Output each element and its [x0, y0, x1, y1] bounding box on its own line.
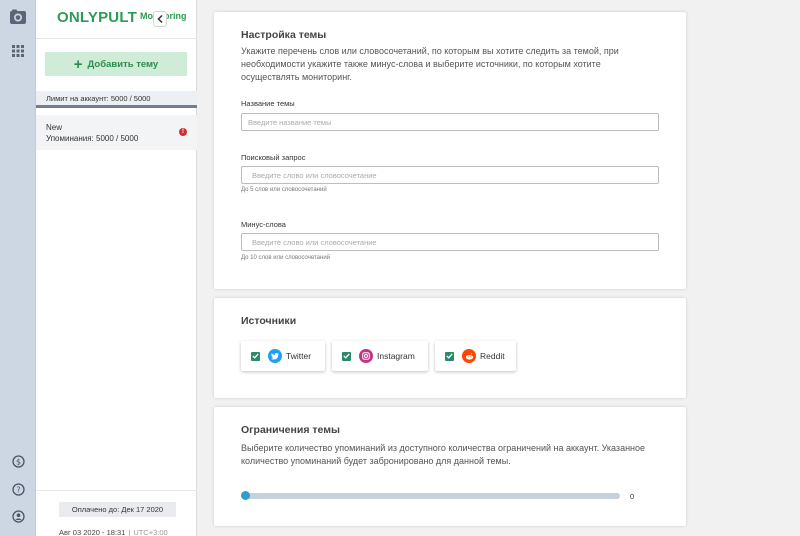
profile-icon[interactable]	[8, 506, 28, 526]
source-twitter[interactable]: Twitter	[241, 341, 325, 371]
instagram-icon	[359, 349, 373, 363]
topic-name: New	[46, 123, 63, 132]
topic-item[interactable]: New Упоминания: 5000 / 5000 !	[36, 115, 197, 150]
chevron-left-icon	[157, 15, 163, 23]
topic-settings-card: Настройка темы Укажите перечень слов или…	[214, 12, 686, 289]
settings-description: Укажите перечень слов или словосочетаний…	[241, 46, 619, 82]
reddit-label: Reddit	[480, 351, 505, 361]
checkmark-icon	[446, 353, 453, 359]
twitter-icon	[268, 349, 282, 363]
settings-title: Настройка темы	[241, 29, 327, 41]
paid-until-badge: Оплачено до: Дек 17 2020	[59, 502, 176, 517]
sidebar-bottom-divider	[36, 490, 197, 491]
source-instagram[interactable]: Instagram	[332, 341, 428, 371]
icon-rail: $ ?	[0, 0, 36, 536]
camera-icon[interactable]	[8, 7, 28, 27]
source-reddit[interactable]: Reddit	[435, 341, 516, 371]
sources-title: Источники	[241, 315, 297, 327]
account-limit: Лимит на аккаунт: 5000 / 5000	[36, 91, 197, 108]
mentions-slider-value: 0	[630, 492, 635, 501]
mentions-slider-handle[interactable]	[241, 491, 250, 500]
minus-words-hint: До 10 слов или словосочетаний	[241, 255, 331, 261]
help-icon[interactable]: ?	[8, 479, 28, 499]
sidebar: ONLYPULTMonitoring + Добавить тему Лимит…	[36, 0, 197, 536]
sidebar-divider	[36, 38, 197, 39]
sources-card: Источники Twitter Instagram Reddit	[214, 298, 686, 398]
twitter-label: Twitter	[286, 351, 312, 361]
instagram-label: Instagram	[377, 351, 415, 361]
add-topic-button[interactable]: + Добавить тему	[45, 52, 187, 76]
search-query-label: Поисковый запрос	[241, 153, 306, 162]
plus-icon: +	[73, 55, 83, 73]
search-query-input[interactable]: Введите слово или словосочетание	[241, 166, 659, 184]
limits-description: Выберите количество упоминаний из доступ…	[241, 443, 646, 466]
minus-words-input[interactable]: Введите слово или словосочетание	[241, 233, 659, 251]
checkmark-icon	[343, 353, 350, 359]
topic-name-input[interactable]: Введите название темы	[241, 113, 659, 131]
instagram-checkbox[interactable]	[342, 351, 351, 361]
warning-icon: !	[179, 128, 187, 136]
topic-mentions: Упоминания: 5000 / 5000	[46, 134, 139, 143]
brand-name: ONLYPULT	[57, 9, 137, 26]
current-datetime: Авг 03 2020 - 18:31 | UTC+3:00	[59, 528, 168, 536]
logo: ONLYPULTMonitoring	[57, 9, 186, 27]
timezone-value: UTC+3:00	[133, 528, 168, 536]
add-topic-label: Добавить тему	[87, 58, 159, 70]
minus-words-label: Минус-слова	[241, 220, 286, 229]
search-query-hint: До 5 слов или словосочетаний	[241, 187, 327, 193]
mentions-slider-track[interactable]	[244, 493, 620, 499]
limits-title: Ограничения темы	[241, 424, 340, 436]
reddit-checkbox[interactable]	[445, 351, 454, 361]
collapse-sidebar-button[interactable]	[153, 11, 167, 27]
svg-text:$: $	[15, 457, 20, 466]
datetime-value: Авг 03 2020 - 18:31	[59, 528, 126, 536]
twitter-checkbox[interactable]	[251, 351, 260, 361]
topic-name-label: Название темы	[241, 99, 295, 108]
topic-limits-card: Ограничения темы Выберите количество упо…	[214, 407, 686, 526]
reddit-icon	[462, 349, 476, 363]
checkmark-icon	[252, 353, 259, 359]
billing-icon[interactable]: $	[8, 451, 28, 471]
grid-icon[interactable]	[8, 41, 28, 61]
svg-text:?: ?	[16, 485, 20, 494]
datetime-separator: |	[128, 528, 131, 536]
